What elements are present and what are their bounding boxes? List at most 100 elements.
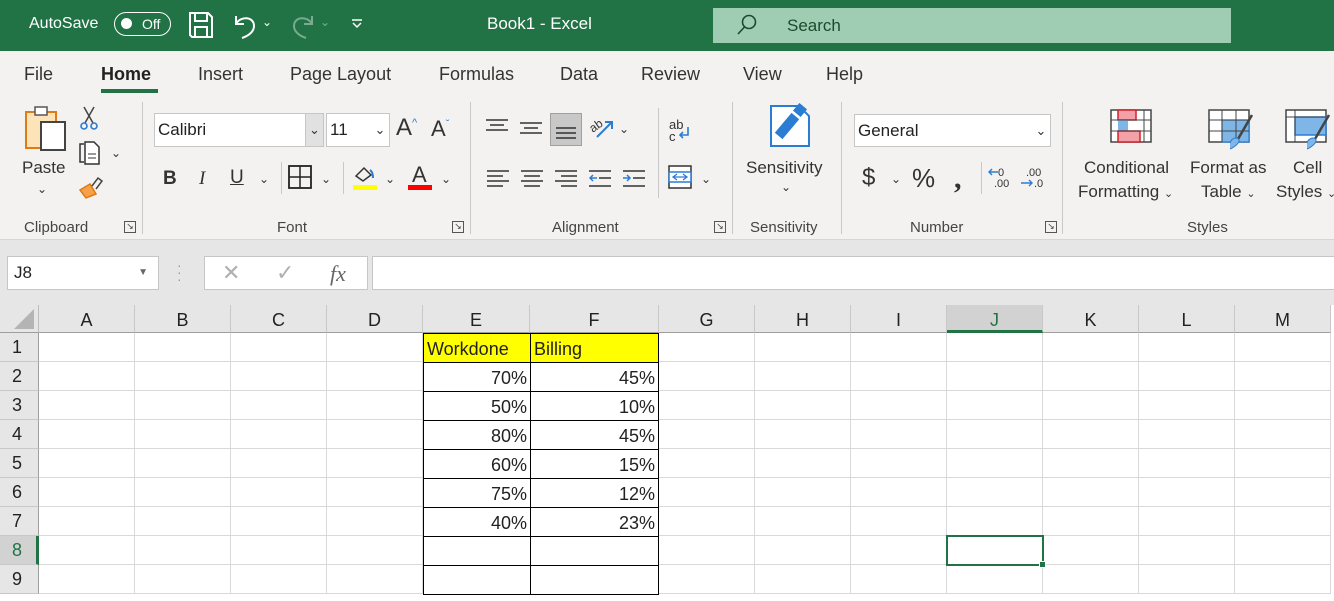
cell-e1[interactable]: Workdone [423,333,531,363]
italic-button[interactable]: I [199,168,205,190]
cell-a2[interactable] [39,362,135,391]
cell-j6[interactable] [947,478,1043,507]
chevron-down-icon[interactable]: ⌄ [371,114,389,146]
cell-c8[interactable] [231,536,327,565]
cell-m8[interactable] [1235,536,1331,565]
cell-f2[interactable]: 45% [530,362,659,392]
comma-style-icon[interactable]: , [954,162,962,196]
cell-styles-label-2[interactable]: Styles ⌄ [1276,180,1334,206]
cell-a9[interactable] [39,565,135,594]
middle-align-icon[interactable] [520,121,542,142]
currency-button[interactable]: $ [862,164,875,192]
cell-e8[interactable] [423,536,531,566]
alignment-launcher-icon[interactable]: ↘ [714,221,726,233]
underline-dropdown-icon[interactable]: ⌄ [259,172,269,186]
cell-h1[interactable] [755,333,851,362]
cell-d6[interactable] [327,478,423,507]
merge-center-icon[interactable] [668,165,692,194]
increase-indent-icon[interactable] [623,169,645,194]
name-box-dropdown-icon[interactable]: ▼ [138,267,148,278]
cell-f9[interactable] [530,565,659,595]
sensitivity-dropdown-icon[interactable]: ⌄ [781,180,791,194]
borders-icon[interactable] [288,165,312,194]
orientation-icon[interactable]: ab [586,115,615,144]
cell-a4[interactable] [39,420,135,449]
cell-c6[interactable] [231,478,327,507]
align-right-icon[interactable] [555,169,577,194]
cell-d8[interactable] [327,536,423,565]
top-align-icon[interactable] [486,118,508,139]
cell-a6[interactable] [39,478,135,507]
cell-d9[interactable] [327,565,423,594]
cell-a3[interactable] [39,391,135,420]
cell-l7[interactable] [1139,507,1235,536]
cell-g8[interactable] [659,536,755,565]
conditional-formatting-label-2[interactable]: Formatting ⌄ [1078,180,1173,206]
cell-e4[interactable]: 80% [423,420,531,450]
tab-review[interactable]: Review [641,64,700,85]
column-header-e[interactable]: E [423,305,530,333]
font-color-dropdown-icon[interactable]: ⌄ [441,172,451,186]
chevron-down-icon[interactable]: ⌄ [1032,115,1050,146]
autosave-toggle[interactable]: Off [114,12,171,36]
cell-b3[interactable] [135,391,231,420]
cell-k3[interactable] [1043,391,1139,420]
cell-j5[interactable] [947,449,1043,478]
cell-i3[interactable] [851,391,947,420]
cell-c9[interactable] [231,565,327,594]
cell-b7[interactable] [135,507,231,536]
cell-l2[interactable] [1139,362,1235,391]
tab-data[interactable]: Data [560,64,598,85]
cell-c3[interactable] [231,391,327,420]
cell-g2[interactable] [659,362,755,391]
name-box[interactable]: J8 ▼ [7,256,159,290]
cell-k5[interactable] [1043,449,1139,478]
cell-d2[interactable] [327,362,423,391]
cell-i5[interactable] [851,449,947,478]
tab-home[interactable]: Home [101,64,151,85]
cell-d7[interactable] [327,507,423,536]
cell-f3[interactable]: 10% [530,391,659,421]
merge-dropdown-icon[interactable]: ⌄ [701,172,711,186]
column-header-j[interactable]: J [947,305,1043,333]
cell-c5[interactable] [231,449,327,478]
decrease-decimal-icon[interactable]: .00.0 [1020,166,1046,195]
row-header-4[interactable]: 4 [0,420,39,449]
bold-button[interactable]: B [163,168,177,190]
column-header-f[interactable]: F [530,305,659,333]
cell-j2[interactable] [947,362,1043,391]
column-header-a[interactable]: A [39,305,135,333]
sensitivity-button-label[interactable]: Sensitivity [746,156,823,180]
cell-h6[interactable] [755,478,851,507]
cell-b9[interactable] [135,565,231,594]
percent-button[interactable]: % [912,163,935,194]
conditional-formatting-icon[interactable] [1110,109,1152,148]
cell-j1[interactable] [947,333,1043,362]
row-header-5[interactable]: 5 [0,449,39,478]
cell-f4[interactable]: 45% [530,420,659,450]
cell-h8[interactable] [755,536,851,565]
tab-formulas[interactable]: Formulas [439,64,514,85]
font-name-combo[interactable]: Calibri ⌄ [154,113,324,147]
cell-d4[interactable] [327,420,423,449]
number-launcher-icon[interactable]: ↘ [1045,221,1057,233]
cell-l6[interactable] [1139,478,1235,507]
cell-d5[interactable] [327,449,423,478]
cell-f5[interactable]: 15% [530,449,659,479]
cell-e3[interactable]: 50% [423,391,531,421]
cell-g5[interactable] [659,449,755,478]
cell-j4[interactable] [947,420,1043,449]
cell-a7[interactable] [39,507,135,536]
row-header-3[interactable]: 3 [0,391,39,420]
cell-m1[interactable] [1235,333,1331,362]
search-box[interactable]: Search [713,8,1231,43]
cell-k4[interactable] [1043,420,1139,449]
decrease-indent-icon[interactable] [588,169,611,194]
font-color-icon[interactable]: A [407,162,433,197]
formula-input[interactable] [372,256,1334,290]
row-header-2[interactable]: 2 [0,362,39,391]
decrease-font-size-icon[interactable]: Aˇ [431,116,449,142]
cell-j9[interactable] [947,565,1043,594]
column-header-h[interactable]: H [755,305,851,333]
tab-insert[interactable]: Insert [198,64,243,85]
